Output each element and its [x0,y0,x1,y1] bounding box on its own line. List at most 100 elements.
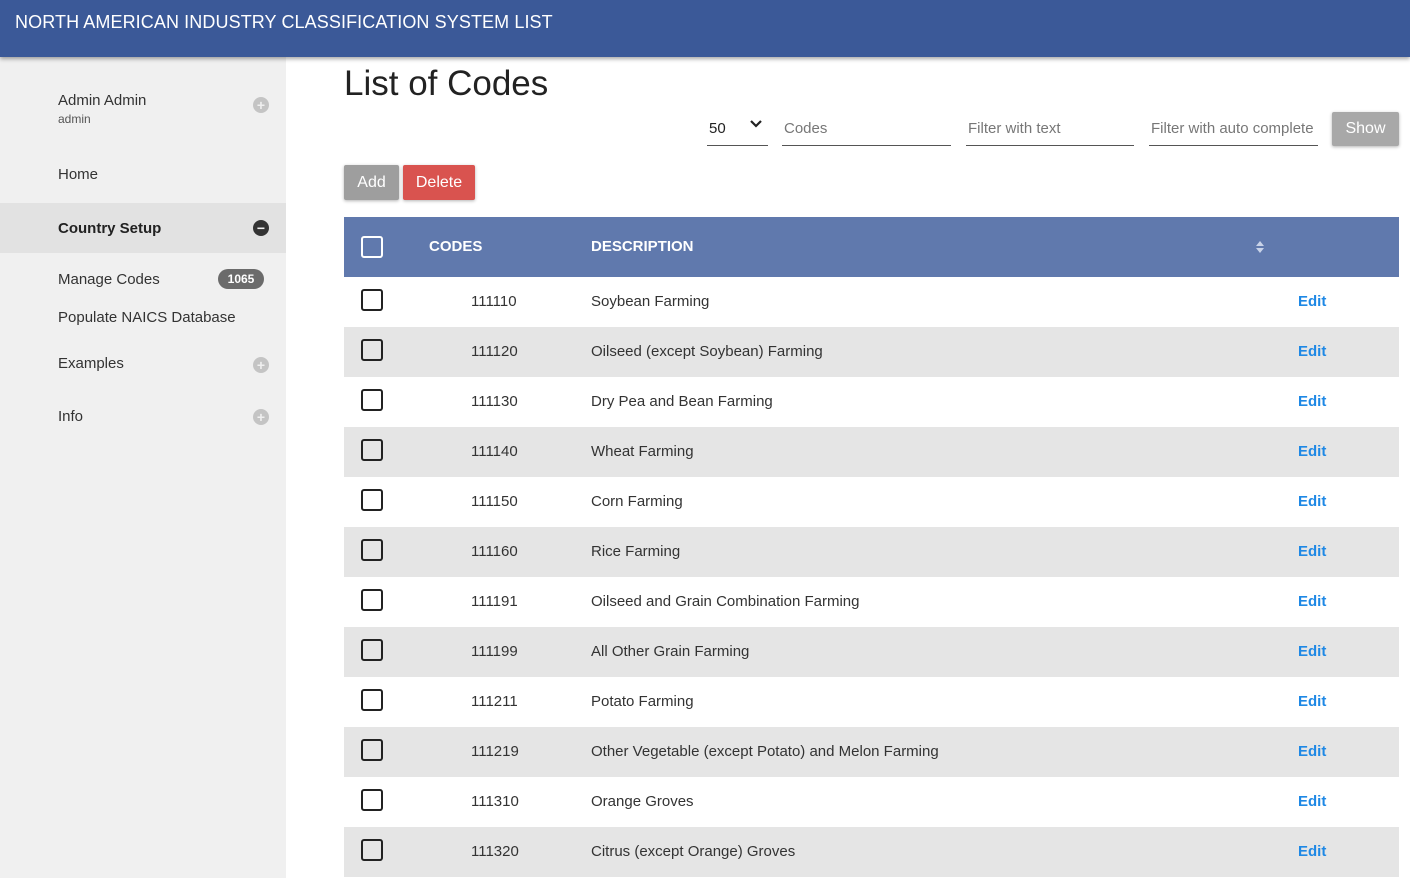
row-code: 111150 [471,493,518,510]
page-size-select[interactable]: 50 [707,113,768,146]
edit-link[interactable]: Edit [1298,343,1326,360]
row-description: Wheat Farming [591,443,694,460]
action-bar: Add Delete [344,165,544,200]
chevron-down-icon [750,120,762,128]
row-checkbox[interactable] [361,739,383,761]
row-description: Oilseed and Grain Combination Farming [591,593,860,610]
sidebar-item-country-setup[interactable]: Country Setup − [0,203,286,253]
app-title: NORTH AMERICAN INDUSTRY CLASSIFICATION S… [15,12,553,32]
edit-link[interactable]: Edit [1298,643,1326,660]
user-expand-icon[interactable]: + [253,97,269,113]
edit-link[interactable]: Edit [1298,843,1326,860]
expand-icon[interactable]: + [253,409,269,425]
column-header-description[interactable]: DESCRIPTION [591,238,694,255]
row-checkbox[interactable] [361,489,383,511]
row-description: Other Vegetable (except Potato) and Melo… [591,743,939,760]
row-description: Rice Farming [591,543,681,560]
table-row: 111110 Soybean Farming Edit [344,277,1399,327]
sidebar-item-examples[interactable]: Examples + [0,339,286,389]
row-description: Oilseed (except Soybean) Farming [591,343,823,360]
sidebar-item-label: Home [58,166,99,183]
sidebar-item-manage-codes[interactable]: Manage Codes [58,271,160,288]
table-row: 111199 All Other Grain Farming Edit [344,627,1399,677]
row-description: Dry Pea and Bean Farming [591,393,773,410]
show-button[interactable]: Show [1332,112,1399,146]
edit-link[interactable]: Edit [1298,693,1326,710]
table-row: 111310 Orange Groves Edit [344,777,1399,827]
sidebar-item-populate-naics[interactable]: Populate NAICS Database [58,309,236,326]
expand-icon[interactable]: + [253,357,269,373]
count-badge: 1065 [218,269,264,289]
collapse-icon[interactable]: − [253,220,269,236]
main-content: List of Codes 50 Show Add Delete CODES D… [344,57,1399,878]
codes-filter-field[interactable] [782,113,951,146]
row-checkbox[interactable] [361,339,383,361]
table-row: 111130 Dry Pea and Bean Farming Edit [344,377,1399,427]
row-code: 111191 [471,593,518,610]
row-checkbox[interactable] [361,439,383,461]
table-row: 111320 Citrus (except Orange) Groves Edi… [344,827,1399,877]
user-name: Admin Admin [58,92,147,109]
row-checkbox[interactable] [361,589,383,611]
autocomplete-filter-field[interactable] [1149,113,1318,146]
codes-input[interactable] [782,113,951,143]
sidebar-item-info[interactable]: Info + [0,392,286,442]
page-size-value: 50 [709,120,726,137]
row-checkbox[interactable] [361,789,383,811]
sidebar-item-label: Country Setup [58,220,162,237]
table-row: 111150 Corn Farming Edit [344,477,1399,527]
row-description: Corn Farming [591,493,683,510]
edit-link[interactable]: Edit [1298,543,1326,560]
app-header: NORTH AMERICAN INDUSTRY CLASSIFICATION S… [0,0,1410,57]
row-description: Soybean Farming [591,293,710,310]
table-row: 111219 Other Vegetable (except Potato) a… [344,727,1399,777]
add-button[interactable]: Add [344,165,399,200]
table-row: 111160 Rice Farming Edit [344,527,1399,577]
edit-link[interactable]: Edit [1298,743,1326,760]
sidebar-item-label: Examples [58,355,124,372]
row-code: 111199 [471,643,518,660]
text-filter-field[interactable] [966,113,1134,146]
row-checkbox[interactable] [361,389,383,411]
edit-link[interactable]: Edit [1298,593,1326,610]
table-row: 111191 Oilseed and Grain Combination Far… [344,577,1399,627]
sidebar: Admin Admin admin + Home Country Setup −… [0,57,286,878]
user-block: Admin Admin admin [58,92,146,126]
row-code: 111110 [471,293,517,310]
sort-icon[interactable] [1255,240,1265,254]
select-all-checkbox[interactable] [361,236,383,258]
row-description: Potato Farming [591,693,694,710]
edit-link[interactable]: Edit [1298,443,1326,460]
page-title: List of Codes [344,64,549,103]
row-code: 111140 [471,443,518,460]
sidebar-item-label: Info [58,408,84,425]
user-login: admin [58,112,91,126]
row-checkbox[interactable] [361,689,383,711]
table-header: CODES DESCRIPTION [344,217,1399,277]
edit-link[interactable]: Edit [1298,293,1326,310]
edit-link[interactable]: Edit [1298,493,1326,510]
row-code: 111130 [471,393,518,410]
row-description: Orange Groves [591,793,694,810]
row-checkbox[interactable] [361,639,383,661]
delete-button[interactable]: Delete [403,165,475,200]
table-row: 111140 Wheat Farming Edit [344,427,1399,477]
row-code: 111211 [471,693,518,710]
text-filter-input[interactable] [966,113,1134,143]
edit-link[interactable]: Edit [1298,393,1326,410]
sidebar-item-home[interactable]: Home [0,149,286,199]
row-checkbox[interactable] [361,539,383,561]
filter-bar: 50 Show [344,112,1399,153]
row-checkbox[interactable] [361,839,383,861]
table-row: 111211 Potato Farming Edit [344,677,1399,727]
edit-link[interactable]: Edit [1298,793,1326,810]
autocomplete-filter-input[interactable] [1149,113,1318,143]
row-code: 111310 [471,793,519,810]
row-code: 111160 [471,543,518,560]
row-code: 111219 [471,743,519,760]
row-description: Citrus (except Orange) Groves [591,843,796,860]
row-checkbox[interactable] [361,289,383,311]
column-header-codes[interactable]: CODES [429,238,482,255]
row-description: All Other Grain Farming [591,643,750,660]
row-code: 111120 [471,343,518,360]
